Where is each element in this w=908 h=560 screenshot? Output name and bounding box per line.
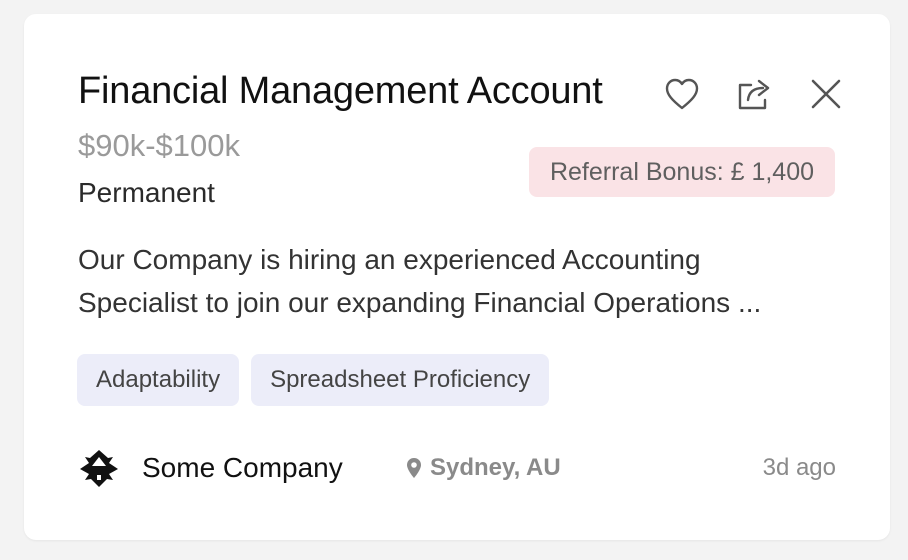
job-location: Sydney, AU bbox=[406, 454, 561, 482]
close-icon bbox=[811, 79, 841, 109]
heart-icon bbox=[665, 78, 699, 110]
company-name[interactable]: Some Company bbox=[142, 452, 343, 484]
location-pin-icon bbox=[407, 458, 421, 478]
card-footer: Some Company Sydney, AU 3d ago bbox=[78, 448, 836, 492]
job-description: Our Company is hiring an experienced Acc… bbox=[78, 244, 762, 318]
referral-bonus-badge: Referral Bonus: £ 1,400 bbox=[529, 147, 835, 197]
card-actions bbox=[660, 72, 848, 116]
company-logo-icon bbox=[80, 450, 118, 487]
share-icon bbox=[738, 79, 770, 110]
posted-time: 3d ago bbox=[762, 454, 836, 481]
salary-range: $90k-$100k bbox=[78, 128, 241, 163]
location-text: Sydney, AU bbox=[430, 454, 561, 481]
job-card[interactable]: Financial Management Account $90k-$100k … bbox=[24, 14, 890, 540]
skill-tags: Adaptability Spreadsheet Proficiency bbox=[77, 354, 550, 406]
close-button[interactable] bbox=[804, 72, 848, 116]
job-title: Financial Management Account bbox=[78, 70, 603, 112]
share-button[interactable] bbox=[732, 72, 776, 116]
skill-tag[interactable]: Spreadsheet Proficiency bbox=[251, 354, 550, 406]
job-type: Permanent bbox=[78, 177, 215, 208]
favorite-button[interactable] bbox=[660, 72, 704, 116]
skill-tag[interactable]: Adaptability bbox=[77, 354, 240, 406]
